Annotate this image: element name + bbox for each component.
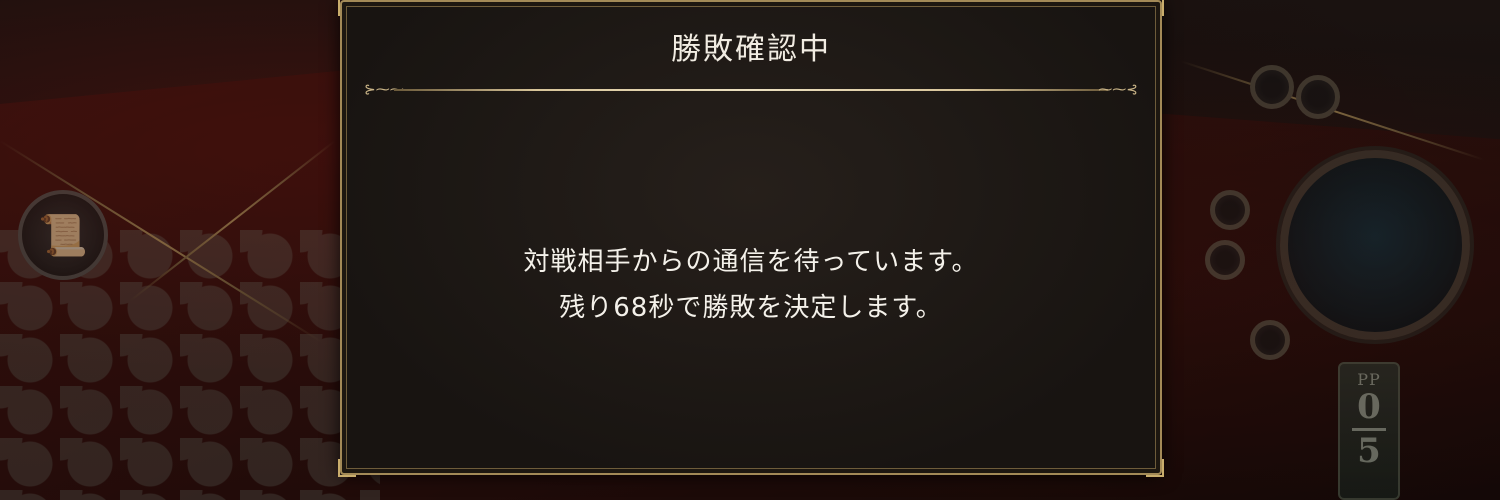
- ornament-ring: [1250, 65, 1294, 109]
- pp-counter: PP 0 5: [1338, 362, 1400, 500]
- game-screen: 📜 3 3 3 2 3 3 1 1 18 PP 0 5 勝敗確認中 ⊱⁓⁓: [0, 0, 1500, 500]
- dialog-corner-ornament: [1146, 459, 1164, 477]
- divider-line: [394, 89, 1108, 91]
- dialog-corner-ornament: [1146, 0, 1164, 16]
- leader-orb: [1280, 150, 1470, 340]
- ornament-ring: [1205, 240, 1245, 280]
- title-divider: ⊱⁓⁓ ⁓⁓⊰: [364, 82, 1138, 98]
- dialog-corner-ornament: [338, 459, 356, 477]
- result-check-dialog: 勝敗確認中 ⊱⁓⁓ ⁓⁓⊰ 対戦相手からの通信を待っています。 残り68秒で勝敗…: [338, 0, 1164, 477]
- ornament-ring: [1250, 320, 1290, 360]
- log-scroll-button[interactable]: 📜: [18, 190, 108, 280]
- message-line: 残り68秒で勝敗を決定します。: [559, 293, 943, 323]
- dialog-message: 対戦相手からの通信を待っています。 残り68秒で勝敗を決定します。: [342, 239, 1160, 331]
- ornament-ring: [1296, 75, 1340, 119]
- message-line: 対戦相手からの通信を待っています。: [523, 247, 979, 277]
- dialog-corner-ornament: [338, 0, 356, 16]
- dialog-title: 勝敗確認中: [671, 32, 831, 67]
- flourish-icon: ⁓⁓⊰: [1098, 82, 1138, 98]
- ornament-ring: [1210, 190, 1250, 230]
- scroll-icon: 📜: [38, 212, 88, 259]
- pp-current: 0: [1357, 387, 1381, 427]
- pp-max: 5: [1357, 431, 1381, 472]
